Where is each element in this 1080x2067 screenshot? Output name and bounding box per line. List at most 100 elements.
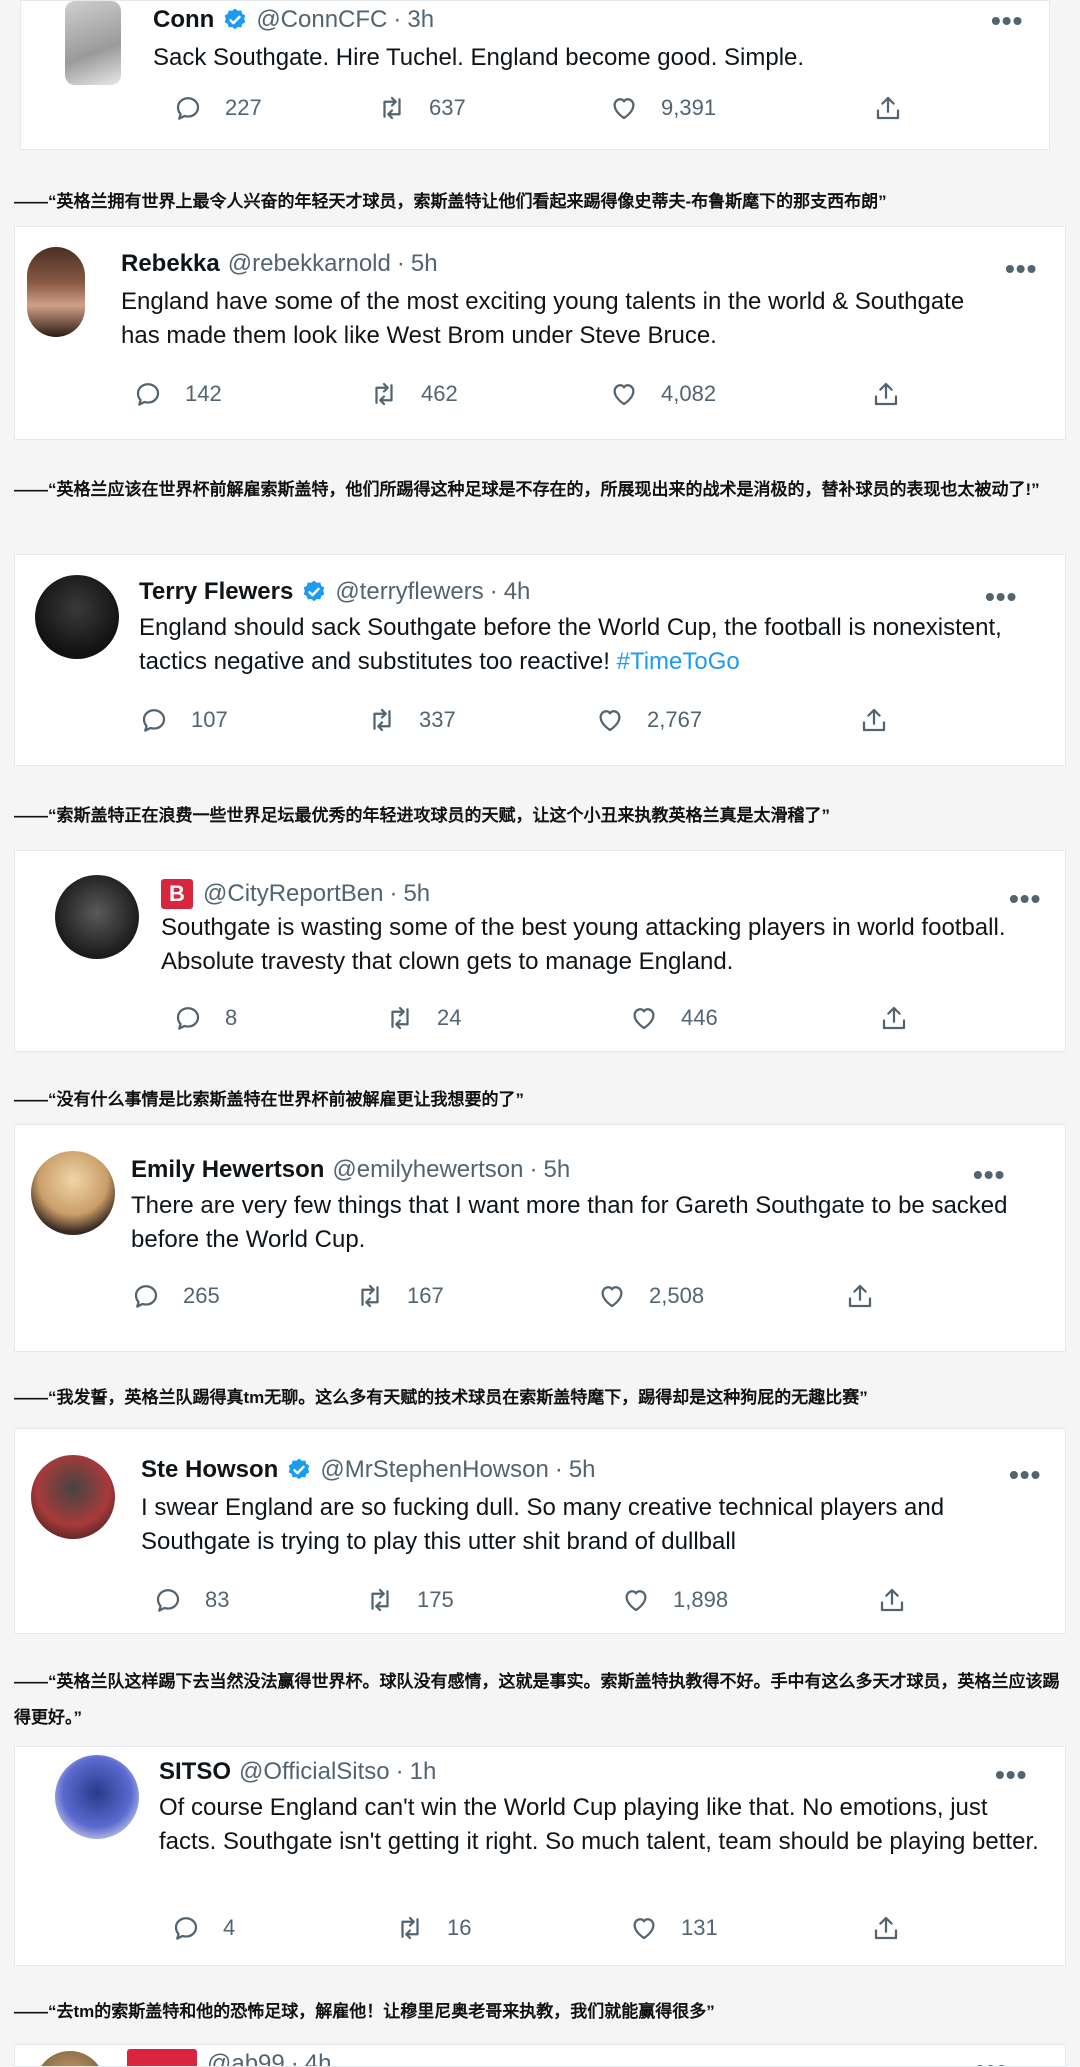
separator-dot: ·: [396, 250, 405, 277]
retweet-icon: [395, 1913, 425, 1943]
like-button[interactable]: 1,898: [621, 1585, 728, 1615]
tweet-card[interactable]: Rebekka @rebekkarnold · 5h ••• England h…: [14, 226, 1066, 440]
more-options-icon[interactable]: •••: [1009, 885, 1041, 913]
author-handle[interactable]: @MrStephenHowson: [320, 1455, 548, 1485]
author-handle[interactable]: @OfficialSitso: [239, 1757, 390, 1787]
share-button[interactable]: [859, 705, 911, 735]
tweet-card[interactable]: Emily Hewertson @emilyhewertson · 5h •••…: [14, 1124, 1066, 1352]
tweet-card[interactable]: Ste Howson @MrStephenHowson · 5h ••• I s…: [14, 1428, 1066, 1634]
reply-icon: [173, 1003, 203, 1033]
avatar[interactable]: [55, 875, 139, 959]
timestamp[interactable]: 5h: [544, 1155, 571, 1185]
like-icon: [629, 1003, 659, 1033]
caption-text: ——“我发誓，英格兰队踢得真tm无聊。这么多有天赋的技术球员在索斯盖特麾下，踢得…: [14, 1388, 868, 1407]
share-icon: [859, 705, 889, 735]
like-button[interactable]: 2,767: [595, 705, 702, 735]
author-name[interactable]: Emily Hewertson: [131, 1155, 324, 1185]
avatar[interactable]: [55, 1755, 139, 1839]
like-count: 9,391: [661, 95, 717, 120]
reply-count: 107: [191, 707, 228, 732]
author-handle[interactable]: @ab99: [207, 2049, 285, 2066]
share-button[interactable]: [871, 379, 923, 409]
hashtag-link[interactable]: #TimeToGo: [617, 648, 740, 675]
avatar[interactable]: [27, 247, 85, 337]
like-button[interactable]: 131: [629, 1913, 718, 1943]
verified-icon: [286, 1457, 312, 1483]
timestamp[interactable]: 5h: [569, 1455, 596, 1485]
separator-dot: ·: [393, 6, 402, 33]
timestamp[interactable]: 3h: [407, 5, 434, 35]
reply-button[interactable]: 265: [131, 1281, 220, 1311]
like-button[interactable]: 2,508: [597, 1281, 704, 1311]
share-button[interactable]: [871, 1913, 923, 1943]
more-options-icon[interactable]: •••: [1009, 1461, 1041, 1489]
author-name[interactable]: Conn: [153, 5, 214, 35]
retweet-icon: [385, 1003, 415, 1033]
avatar[interactable]: [65, 1, 121, 85]
avatar[interactable]: [31, 1151, 115, 1235]
retweet-icon: [355, 1281, 385, 1311]
reply-button[interactable]: 83: [153, 1585, 229, 1615]
timestamp[interactable]: 4h: [305, 2049, 332, 2066]
tweet-card[interactable]: @ab99 · 4h •••: [14, 2044, 1066, 2067]
tweet-actions: 265 167 2,508: [131, 1281, 1011, 1321]
share-icon: [879, 1003, 909, 1033]
share-button[interactable]: [845, 1281, 897, 1311]
avatar[interactable]: [31, 1455, 115, 1539]
retweet-button[interactable]: 175: [365, 1585, 454, 1615]
separator-dot: ·: [395, 1758, 404, 1785]
tweet-actions: 142 462 4,082: [121, 379, 1021, 419]
avatar[interactable]: [35, 575, 119, 659]
like-icon: [609, 379, 639, 409]
like-button[interactable]: 9,391: [609, 93, 716, 123]
author-handle[interactable]: @rebekkarnold: [228, 249, 391, 279]
author-name[interactable]: Ste Howson: [141, 1455, 278, 1485]
retweet-button[interactable]: 637: [377, 93, 466, 123]
more-options-icon[interactable]: •••: [991, 7, 1023, 35]
reply-count: 227: [225, 95, 262, 120]
share-button[interactable]: [873, 93, 925, 123]
author-handle[interactable]: @CityReportBen: [203, 879, 383, 909]
reply-icon: [131, 1281, 161, 1311]
author-name[interactable]: Terry Flewers: [139, 577, 293, 607]
avatar[interactable]: [35, 2051, 105, 2066]
retweet-button[interactable]: 337: [367, 705, 456, 735]
timestamp[interactable]: 4h: [504, 577, 531, 607]
timestamp[interactable]: 5h: [411, 249, 438, 279]
author-handle[interactable]: @ConnCFC: [256, 5, 387, 35]
tweet-card[interactable]: Terry Flewers @terryflewers · 4h ••• Eng…: [14, 554, 1066, 766]
author-name[interactable]: SITSO: [159, 1757, 231, 1787]
like-button[interactable]: 4,082: [609, 379, 716, 409]
reply-button[interactable]: 107: [139, 705, 228, 735]
more-options-icon[interactable]: •••: [973, 1161, 1005, 1189]
tweet-card[interactable]: SITSO @OfficialSitso · 1h ••• Of course …: [14, 1746, 1066, 1966]
reply-icon: [171, 1913, 201, 1943]
reply-button[interactable]: 8: [173, 1003, 237, 1033]
author-name[interactable]: Rebekka: [121, 249, 220, 279]
share-button[interactable]: [879, 1003, 931, 1033]
caption-text: ——“英格兰队这样踢下去当然没法赢得世界杯。球队没有感情，这就是事实。索斯盖特执…: [14, 1672, 1060, 1727]
more-options-icon[interactable]: •••: [995, 1761, 1027, 1789]
retweet-button[interactable]: 24: [385, 1003, 461, 1033]
timestamp[interactable]: 5h: [403, 879, 430, 909]
separator-dot: ·: [389, 880, 398, 907]
retweet-button[interactable]: 16: [395, 1913, 471, 1943]
reply-button[interactable]: 4: [171, 1913, 235, 1943]
more-options-icon[interactable]: •••: [975, 2055, 1007, 2067]
share-icon: [877, 1585, 907, 1615]
more-options-icon[interactable]: •••: [985, 583, 1017, 611]
tweet-card[interactable]: Conn @ConnCFC · 3h ••• Sack Southgate. H…: [20, 0, 1050, 150]
tweet-card[interactable]: B @CityReportBen · 5h ••• Southgate is w…: [14, 850, 1066, 1052]
name-badge[interactable]: B: [161, 879, 193, 909]
author-handle[interactable]: @emilyhewertson: [332, 1155, 523, 1185]
author-handle[interactable]: @terryflewers: [335, 577, 483, 607]
timestamp[interactable]: 1h: [410, 1757, 437, 1787]
retweet-button[interactable]: 462: [369, 379, 458, 409]
reply-button[interactable]: 142: [133, 379, 222, 409]
retweet-button[interactable]: 167: [355, 1281, 444, 1311]
reply-icon: [133, 379, 163, 409]
like-button[interactable]: 446: [629, 1003, 718, 1033]
reply-button[interactable]: 227: [173, 93, 262, 123]
more-options-icon[interactable]: •••: [1005, 255, 1037, 283]
share-button[interactable]: [877, 1585, 929, 1615]
